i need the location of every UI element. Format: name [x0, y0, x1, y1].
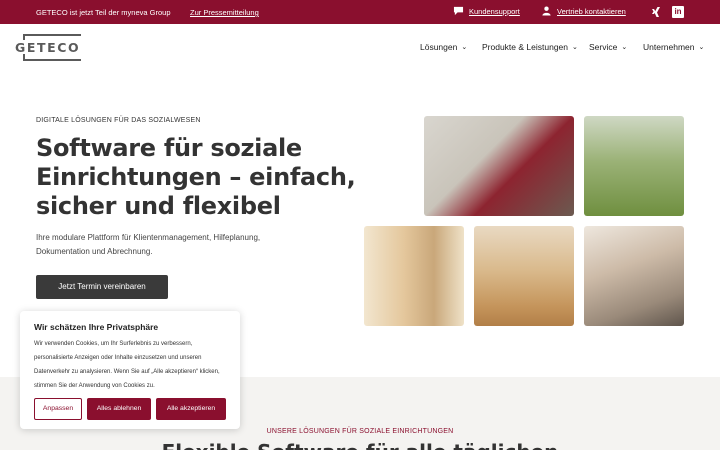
- solutions-eyebrow: UNSERE LÖSUNGEN FÜR SOZIALE EINRICHTUNGE…: [266, 428, 454, 435]
- hero-subtitle: Ihre modulare Plattform für Klientenmana…: [36, 233, 261, 256]
- nav-item-service[interactable]: Service ⌄: [589, 42, 627, 52]
- cookie-adjust-button[interactable]: Anpassen: [34, 398, 82, 420]
- nav-item-loesungen[interactable]: Lösungen ⌄: [420, 42, 467, 52]
- xing-icon[interactable]: [650, 6, 662, 18]
- nav-label: Unternehmen: [643, 42, 695, 52]
- people-icon: [542, 6, 551, 16]
- logo-wordmark: GETECO: [15, 40, 81, 55]
- hero-eyebrow: DIGITALE LÖSUNGEN FÜR DAS SOZIALWESEN: [36, 117, 201, 124]
- cookie-text: Wir verwenden Cookies, um Ihr Surferlebn…: [34, 341, 220, 389]
- photo-walker-assistance: [364, 226, 464, 326]
- nav-label: Service: [589, 42, 618, 52]
- cookie-reject-all-button[interactable]: Alles ablehnen: [87, 398, 151, 420]
- nav-label: Lösungen: [420, 42, 458, 52]
- contact-sales-label: Vertrieb kontaktieren: [557, 6, 626, 16]
- linkedin-icon[interactable]: in: [672, 6, 684, 18]
- press-release-link[interactable]: Zur Pressemitteilung: [190, 8, 259, 17]
- cookie-banner: Wir schätzen Ihre Privatsphäre Wir verwe…: [20, 311, 240, 429]
- photo-classroom: [474, 226, 574, 326]
- chat-bubble-icon: [453, 6, 464, 16]
- top-bar: GETECO ist jetzt Teil der myneva Group Z…: [0, 0, 720, 24]
- nav-label: Produkte & Leistungen: [482, 42, 569, 52]
- photo-outdoor-child: [584, 116, 684, 216]
- chevron-down-icon: ⌄: [698, 44, 705, 51]
- chevron-down-icon: ⌄: [461, 44, 468, 51]
- book-appointment-button[interactable]: Jetzt Termin vereinbaren: [36, 275, 168, 299]
- photo-workshop: [584, 226, 684, 326]
- cookie-title: Wir schätzen Ihre Privatsphäre: [34, 322, 159, 332]
- chevron-down-icon: ⌄: [621, 44, 628, 51]
- hero-title: Software für soziale Einrichtungen – ein…: [36, 134, 356, 220]
- solutions-title: Flexible Software für alle täglichen: [0, 440, 720, 450]
- group-announcement: GETECO ist jetzt Teil der myneva Group: [36, 8, 171, 17]
- nav-item-produkte-leistungen[interactable]: Produkte & Leistungen ⌄: [482, 42, 578, 52]
- chevron-down-icon: ⌄: [572, 44, 578, 51]
- geteco-logo[interactable]: GETECO: [14, 34, 82, 62]
- cookie-accept-all-button[interactable]: Alle akzeptieren: [156, 398, 226, 420]
- customer-support-label: Kundensupport: [469, 6, 520, 16]
- contact-sales-link[interactable]: Vertrieb kontaktieren: [541, 6, 626, 16]
- customer-support-link[interactable]: Kundensupport: [453, 6, 520, 16]
- logo-frame-top: [23, 34, 81, 36]
- nav-item-unternehmen[interactable]: Unternehmen ⌄: [643, 42, 704, 52]
- logo-frame-bottom: [23, 59, 81, 61]
- photo-kitchen-care: [424, 116, 574, 216]
